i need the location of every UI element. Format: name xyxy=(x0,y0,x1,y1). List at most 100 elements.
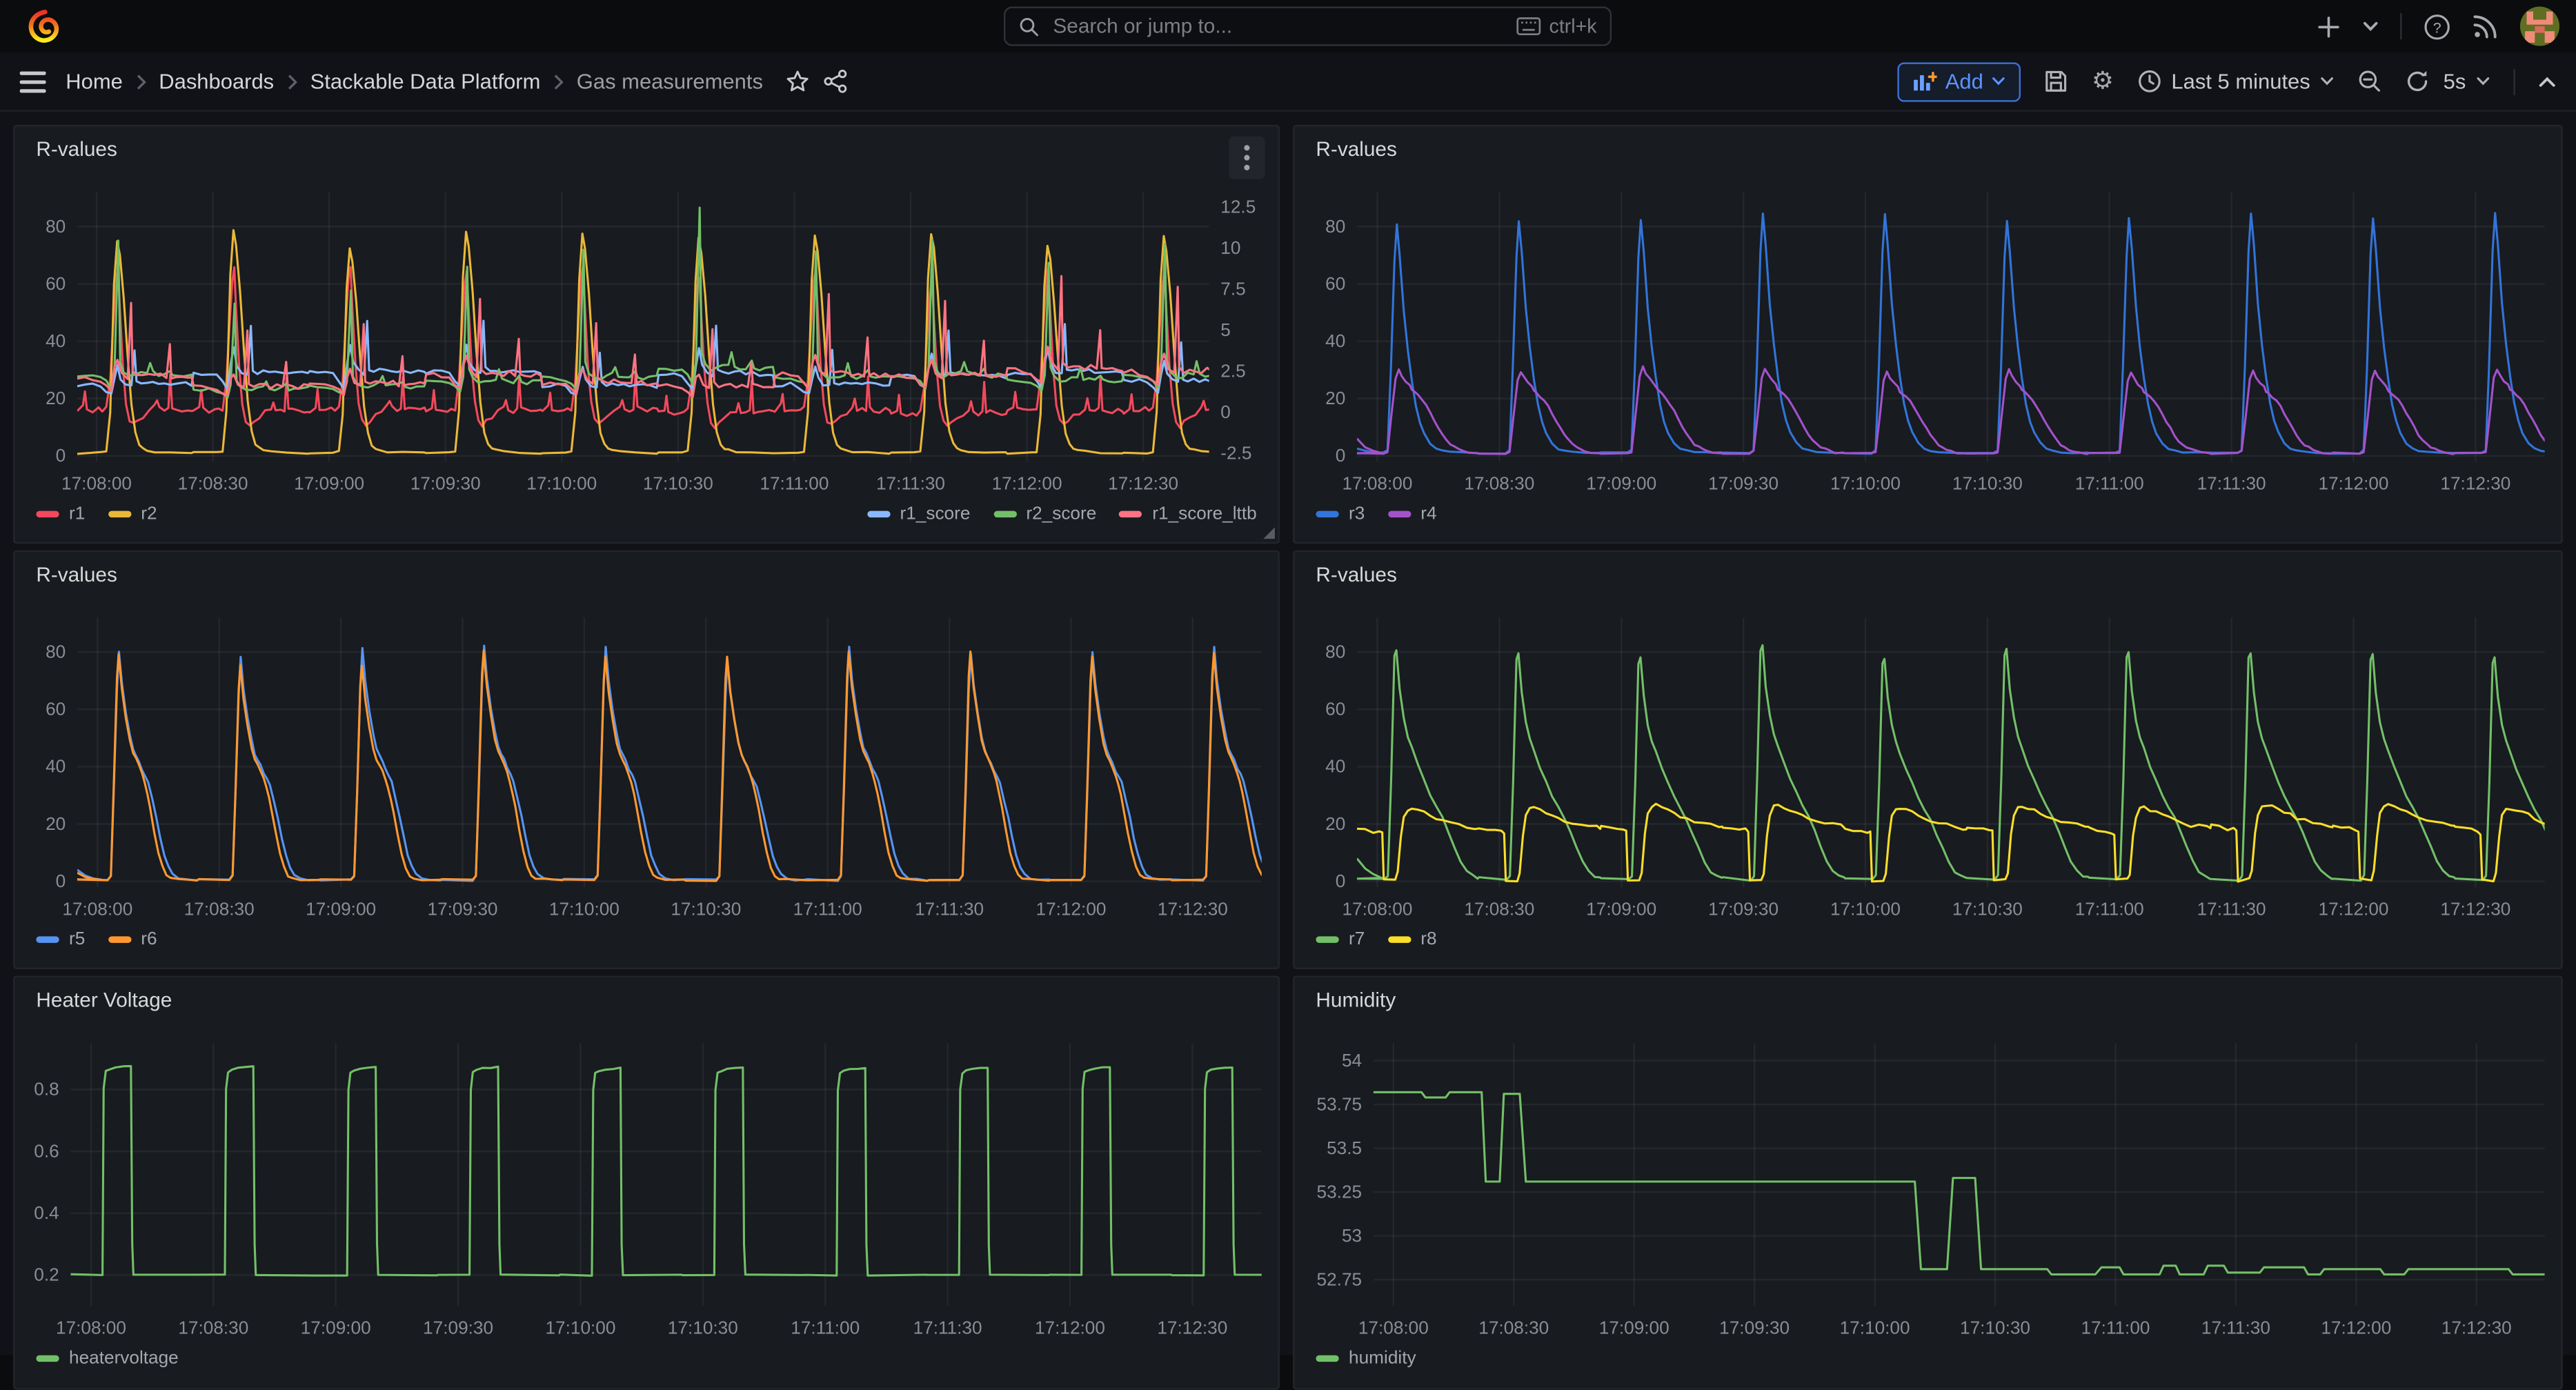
svg-text:?: ? xyxy=(2433,19,2441,35)
legend-item-r5[interactable]: r5 xyxy=(36,930,85,950)
panel-legend: r7 r8 xyxy=(1316,930,2539,950)
x-tick-label: 17:12:30 xyxy=(2440,473,2510,494)
x-tick-label: 17:08:00 xyxy=(1342,473,1412,494)
legend-swatch xyxy=(108,936,131,943)
zoom-out-icon xyxy=(2358,69,2383,94)
legend-swatch xyxy=(1388,511,1411,518)
legend-item-humidity[interactable]: humidity xyxy=(1316,1349,1416,1369)
y-tick-label: 53.5 xyxy=(1327,1138,1362,1158)
y-right-tick-label: 12.5 xyxy=(1220,196,1256,217)
series-r4 xyxy=(1357,366,2563,454)
time-range-picker[interactable]: Last 5 minutes xyxy=(2137,69,2335,94)
share-icon xyxy=(824,69,849,94)
x-tick-label: 17:10:00 xyxy=(1830,898,1901,919)
legend-item-r4[interactable]: r4 xyxy=(1388,504,1437,524)
add-panel-button[interactable]: Add xyxy=(1898,61,2021,101)
dashboard-toolbar: Home Dashboards Stackable Data Platform … xyxy=(0,52,2576,112)
legend-swatch xyxy=(36,1356,59,1362)
y-tick-label: 54 xyxy=(1342,1050,1362,1071)
x-tick-label: 17:11:30 xyxy=(2197,473,2266,494)
x-tick-label: 17:09:00 xyxy=(1586,473,1656,494)
x-tick-label: 17:10:30 xyxy=(1952,898,2023,919)
y-tick-label: 0 xyxy=(1336,871,1346,891)
x-tick-label: 17:10:00 xyxy=(549,898,620,919)
favorite-star-button[interactable] xyxy=(786,69,811,94)
collapse-toolbar-button[interactable] xyxy=(2538,75,2556,88)
y-tick-label: 20 xyxy=(1325,813,1345,834)
x-tick-label: 17:12:30 xyxy=(2441,1318,2512,1338)
x-tick-label: 17:09:30 xyxy=(428,898,498,919)
share-button[interactable] xyxy=(824,69,849,94)
grafana-dashboard: ctrl+k ? xyxy=(0,0,2576,1356)
zoom-out-button[interactable] xyxy=(2358,69,2383,94)
chevron-down-icon xyxy=(2476,76,2490,88)
legend-item-r8[interactable]: r8 xyxy=(1388,930,1437,950)
chart-canvas[interactable]: 17:08:0017:08:3017:09:0017:09:3017:10:00… xyxy=(14,126,1280,544)
panel-heater-voltage: Heater Voltage17:08:0017:08:3017:09:0017… xyxy=(13,975,1280,1389)
global-search[interactable]: ctrl+k xyxy=(1004,7,1612,46)
x-tick-label: 17:11:30 xyxy=(915,898,984,919)
breadcrumb-dashboards[interactable]: Dashboards xyxy=(159,69,274,94)
x-tick-label: 17:08:00 xyxy=(62,898,132,919)
legend-swatch xyxy=(36,511,59,518)
grafana-logo-icon[interactable] xyxy=(26,8,62,44)
chart-canvas[interactable]: 17:08:0017:08:3017:09:0017:09:3017:10:00… xyxy=(1294,977,2562,1390)
refresh-icon xyxy=(2406,69,2430,94)
legend-label: r8 xyxy=(1420,930,1436,950)
keyboard-icon xyxy=(1516,17,1541,37)
search-input[interactable] xyxy=(1050,13,1507,39)
new-menu-caret[interactable] xyxy=(2362,20,2379,33)
legend-item-r1[interactable]: r1 xyxy=(36,504,85,524)
panel-legend: humidity xyxy=(1316,1349,2539,1369)
legend-item-r2_score[interactable]: r2_score xyxy=(993,504,1097,524)
y-right-tick-label: 0 xyxy=(1220,401,1231,422)
chevron-down-icon xyxy=(1992,76,2006,88)
chart-canvas[interactable]: 17:08:0017:08:3017:09:0017:09:3017:10:00… xyxy=(14,977,1280,1390)
graph-bar-icon xyxy=(1912,70,1937,92)
new-button[interactable] xyxy=(2317,14,2341,39)
x-tick-label: 17:10:00 xyxy=(545,1318,615,1338)
chevron-right-icon xyxy=(136,73,146,90)
panel-resize-handle[interactable] xyxy=(1263,527,1275,539)
legend-label: r7 xyxy=(1349,930,1365,950)
legend-item-heatervoltage[interactable]: heatervoltage xyxy=(36,1349,178,1369)
y-tick-label: 80 xyxy=(46,642,66,662)
refresh-interval-picker[interactable]: 5s xyxy=(2444,69,2490,94)
dashboard-settings-button[interactable]: ⚙ xyxy=(2092,69,2114,94)
y-right-tick-label: 2.5 xyxy=(1220,361,1245,381)
legend-item-r3[interactable]: r3 xyxy=(1316,504,1365,524)
x-tick-label: 17:10:30 xyxy=(1952,473,2023,494)
legend-swatch xyxy=(1316,1356,1338,1362)
refresh-button[interactable] xyxy=(2406,69,2430,94)
mega-menu-button[interactable] xyxy=(20,70,46,92)
legend-item-r6[interactable]: r6 xyxy=(108,930,157,950)
chevron-down-icon xyxy=(2320,76,2335,88)
x-tick-label: 17:12:00 xyxy=(2321,1318,2391,1338)
x-tick-label: 17:10:00 xyxy=(526,473,597,494)
save-dashboard-button[interactable] xyxy=(2044,69,2069,94)
help-button[interactable]: ? xyxy=(2423,12,2450,40)
legend-item-r1_score_lttb[interactable]: r1_score_lttb xyxy=(1120,504,1257,524)
panel-legend: heatervoltage xyxy=(36,1349,1256,1369)
user-avatar[interactable] xyxy=(2520,7,2559,46)
panel-legend: r1 r2 r1_score r2_score r1_score_lttb xyxy=(36,504,1256,524)
y-tick-label: 40 xyxy=(46,330,66,351)
chart-canvas[interactable]: 17:08:0017:08:3017:09:0017:09:3017:10:00… xyxy=(1294,126,2562,544)
breadcrumb-folder[interactable]: Stackable Data Platform xyxy=(310,69,541,94)
x-tick-label: 17:08:00 xyxy=(61,473,132,494)
legend-item-r2[interactable]: r2 xyxy=(108,504,157,524)
y-tick-label: 80 xyxy=(46,216,66,237)
x-tick-label: 17:09:30 xyxy=(1719,1318,1790,1338)
x-tick-label: 17:11:00 xyxy=(793,898,862,919)
breadcrumb-dashboard-title[interactable]: Gas measurements xyxy=(577,69,763,94)
news-button[interactable] xyxy=(2473,13,2499,39)
legend-swatch xyxy=(1120,511,1142,518)
chevron-right-icon xyxy=(287,73,297,90)
breadcrumb-home[interactable]: Home xyxy=(66,69,123,94)
legend-swatch xyxy=(36,936,59,943)
chart-canvas[interactable]: 17:08:0017:08:3017:09:0017:09:3017:10:00… xyxy=(1294,552,2562,969)
legend-item-r7[interactable]: r7 xyxy=(1316,930,1365,950)
chart-canvas[interactable]: 17:08:0017:08:3017:09:0017:09:3017:10:00… xyxy=(14,552,1280,969)
legend-item-r1_score[interactable]: r1_score xyxy=(867,504,971,524)
x-tick-label: 17:12:30 xyxy=(1157,1318,1227,1338)
